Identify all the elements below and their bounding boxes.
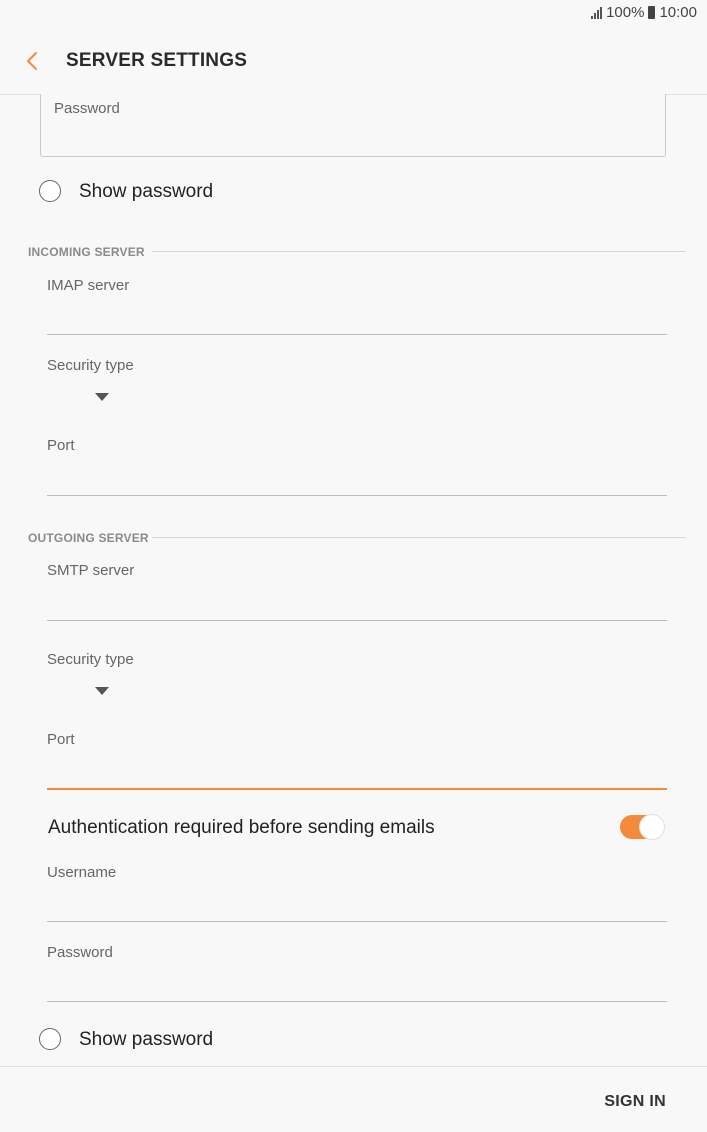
outgoing-section-title: OUTGOING SERVER xyxy=(28,531,149,545)
smtp-password-underline xyxy=(47,1001,667,1002)
back-button[interactable] xyxy=(22,50,44,72)
show-password-radio[interactable] xyxy=(39,180,61,202)
toggle-knob xyxy=(639,814,665,840)
server-settings-screen: 100% 10:00 SERVER SETTINGS Password Show… xyxy=(0,0,707,1132)
clock: 10:00 xyxy=(659,4,697,21)
imap-server-label: IMAP server xyxy=(47,277,130,294)
battery-icon xyxy=(648,6,656,19)
incoming-security-type-dropdown[interactable] xyxy=(47,382,167,412)
signal-icon xyxy=(591,6,603,19)
dropdown-arrow-icon xyxy=(95,393,109,401)
account-password-field[interactable] xyxy=(40,94,666,157)
bottom-bar: SIGN IN xyxy=(0,1066,707,1132)
status-bar: 100% 10:00 xyxy=(591,4,697,21)
outgoing-security-type-dropdown[interactable] xyxy=(47,676,167,706)
smtp-show-password-radio[interactable] xyxy=(39,1028,61,1050)
imap-server-input[interactable] xyxy=(47,300,667,334)
account-password-label: Password xyxy=(54,100,120,117)
page-title: SERVER SETTINGS xyxy=(66,50,248,71)
incoming-port-label: Port xyxy=(47,437,75,454)
incoming-security-type-label: Security type xyxy=(47,357,134,374)
outgoing-port-underline-focused xyxy=(47,788,667,790)
sign-in-button[interactable]: SIGN IN xyxy=(604,1093,666,1111)
outgoing-security-type-label: Security type xyxy=(47,651,134,668)
smtp-username-label: Username xyxy=(47,864,117,881)
app-bar: SERVER SETTINGS xyxy=(0,30,707,95)
smtp-password-label: Password xyxy=(47,944,113,961)
auth-required-toggle[interactable] xyxy=(620,814,665,840)
show-password-label: Show password xyxy=(79,181,214,202)
smtp-server-label: SMTP server xyxy=(47,562,135,579)
back-arrow-icon xyxy=(27,52,37,70)
smtp-server-input[interactable] xyxy=(47,585,667,620)
smtp-password-input[interactable] xyxy=(47,967,667,1001)
smtp-server-underline xyxy=(47,620,667,621)
incoming-section-divider xyxy=(152,251,686,252)
imap-server-underline xyxy=(47,334,667,335)
smtp-show-password-label: Show password xyxy=(79,1029,214,1050)
incoming-port-underline xyxy=(47,495,667,496)
auth-required-label: Authentication required before sending e… xyxy=(48,817,435,838)
incoming-port-input[interactable] xyxy=(47,460,667,495)
smtp-username-input[interactable] xyxy=(47,887,667,921)
incoming-section-title: INCOMING SERVER xyxy=(28,245,145,259)
dropdown-arrow-icon xyxy=(95,687,109,695)
outgoing-section-divider xyxy=(152,537,686,538)
battery-percent: 100% xyxy=(606,4,645,21)
outgoing-port-input[interactable] xyxy=(47,754,667,788)
outgoing-port-label: Port xyxy=(47,731,75,748)
smtp-username-underline xyxy=(47,921,667,922)
